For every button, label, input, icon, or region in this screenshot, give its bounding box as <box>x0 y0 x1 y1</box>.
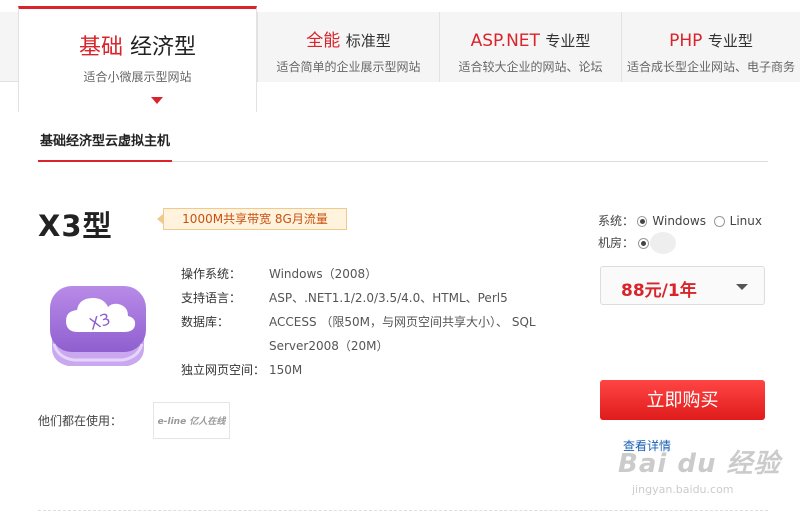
tab-title: 经济型 <box>130 35 197 60</box>
spec-key: 操作系统： <box>181 267 242 281</box>
tab-title: 标准型 <box>345 32 391 50</box>
spec-row-os: 操作系统： Windows（2008） <box>181 262 561 286</box>
tab-title-highlight: 全能 <box>306 31 341 51</box>
spec-value: 150M <box>269 363 303 377</box>
tab-title-highlight: 基础 <box>78 35 123 60</box>
tab-php-professional[interactable]: PHP 专业型 适合成长型企业网站、电子商务 <box>621 12 800 82</box>
watermark-logo: Bai du 经验 <box>618 449 781 479</box>
spec-value: ASP、.NET1.1/2.0/3.5/4.0、HTML、Perl5 <box>269 291 508 305</box>
spec-key: 支持语言： <box>181 291 242 305</box>
tab-basic-economy[interactable]: 基础 经济型 适合小微展示型网站 <box>18 6 257 112</box>
cloud-product-icon: X3 <box>48 278 148 374</box>
watermark-url: jingyan.baidu.com <box>632 483 734 496</box>
subtab-cloud-virtual-host[interactable]: 基础经济型云虚拟主机 <box>38 132 173 162</box>
tab-all-round-standard[interactable]: 全能 标准型 适合简单的企业展示型网站 <box>257 12 439 82</box>
price-value: 88元/1年 <box>621 281 697 301</box>
users-label: 他们都在使用： <box>38 414 123 428</box>
room-radio[interactable] <box>638 237 649 249</box>
plan-tabs: 基础 经济型 适合小微展示型网站 全能 标准型 适合简单的企业展示型网站 ASP… <box>0 0 800 112</box>
partner-logo-text: e-line 亿人在线 <box>157 417 226 427</box>
linux-radio[interactable] <box>713 215 725 227</box>
room-label: 机房： <box>598 236 635 250</box>
room-option-obscured <box>650 232 676 254</box>
tab-subtitle: 适合较大企业的网站、论坛 <box>458 60 603 74</box>
price-period-select[interactable]: 88元/1年 <box>600 266 765 305</box>
bottom-divider <box>38 510 768 511</box>
linux-option-label[interactable]: Linux <box>730 210 762 232</box>
chevron-down-icon <box>736 284 748 290</box>
bandwidth-badge: 1000M共享带宽 8G月流量 <box>157 208 347 230</box>
spec-value: Windows（2008） <box>269 267 378 281</box>
buy-now-button[interactable]: 立即购买 <box>600 380 765 420</box>
spec-key: 独立网页空间： <box>181 363 266 377</box>
system-option-row: 系统： Windows Linux <box>598 210 768 232</box>
tab-title-highlight: PHP <box>669 31 703 51</box>
room-option-row: 机房： <box>598 232 768 254</box>
windows-radio[interactable] <box>636 215 648 227</box>
purchase-options: 系统： Windows Linux 机房： <box>598 210 768 254</box>
tab-subtitle: 适合简单的企业展示型网站 <box>276 60 421 74</box>
tab-title: 专业型 <box>707 32 753 50</box>
tab-title: 专业型 <box>545 32 591 50</box>
product-name: X3型 <box>38 209 113 243</box>
windows-option-label[interactable]: Windows <box>652 210 706 232</box>
spec-row-database: 数据库： ACCESS （限50M，与网页空间共享大小）、 SQL Server… <box>181 310 561 358</box>
spec-list: 操作系统： Windows（2008） 支持语言： ASP、.NET1.1/2.… <box>181 262 561 382</box>
tab-subtitle: 适合成长型企业网站、电子商务 <box>626 60 795 74</box>
tab-aspnet-professional[interactable]: ASP.NET 专业型 适合较大企业的网站、论坛 <box>439 12 621 82</box>
spec-row-language: 支持语言： ASP、.NET1.1/2.0/3.5/4.0、HTML、Perl5 <box>181 286 561 310</box>
watermark: Bai du 经验 jingyan.baidu.com <box>610 425 790 505</box>
spec-key: 数据库： <box>181 315 230 329</box>
system-label: 系统： <box>598 214 635 228</box>
tab-title-highlight: ASP.NET <box>470 31 540 51</box>
spec-value: ACCESS （限50M，与网页空间共享大小）、 SQL Server2008（… <box>269 315 536 353</box>
partner-logo: e-line 亿人在线 <box>153 402 230 439</box>
tab-subtitle: 适合小微展示型网站 <box>83 70 192 84</box>
active-tab-caret-icon <box>151 97 163 104</box>
spec-row-web-space: 独立网页空间： 150M <box>181 358 561 382</box>
